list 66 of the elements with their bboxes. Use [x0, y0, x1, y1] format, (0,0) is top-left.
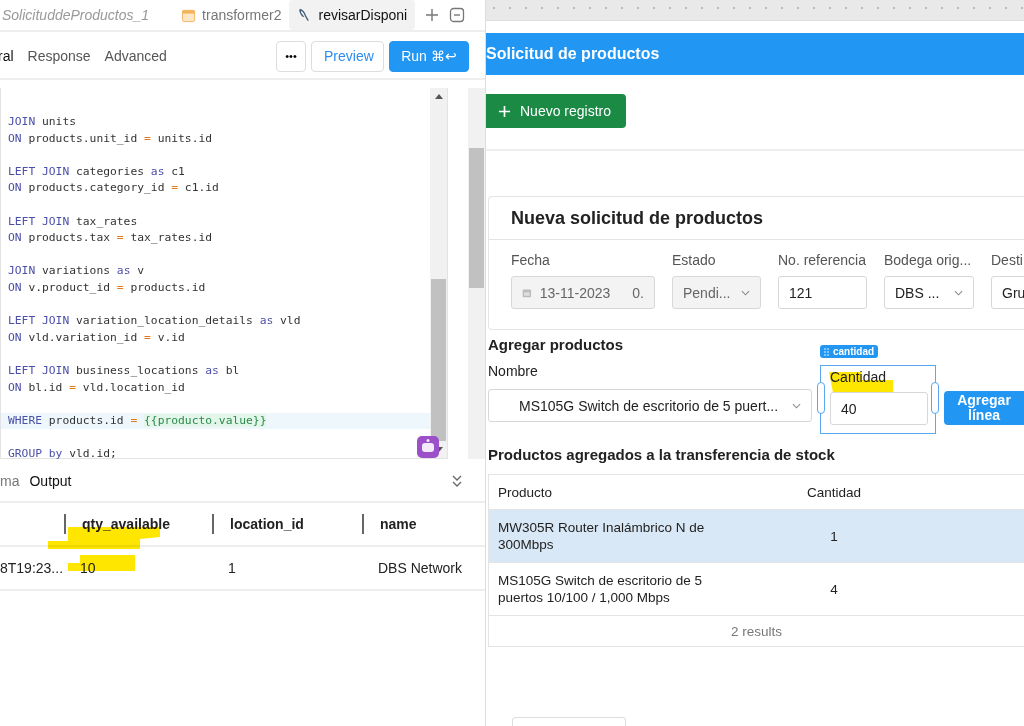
field-label: Nombre: [488, 363, 539, 379]
resize-handle[interactable]: [817, 382, 825, 414]
collapse-icon[interactable]: [449, 7, 466, 23]
section-title: Agregar productos: [488, 336, 623, 353]
code-line: LEFT JOIN tax_rates: [7, 213, 139, 230]
field-label: Desti: [991, 252, 1024, 268]
input-field[interactable]: 121: [778, 276, 867, 309]
select-field[interactable]: DBS ...: [884, 276, 974, 309]
preview-button[interactable]: Preview: [311, 40, 384, 72]
chevron-down-icon: [954, 289, 963, 296]
chevron-double-icon[interactable]: [451, 474, 463, 488]
table-cell-text: 4: [829, 581, 839, 597]
drag-handle-icon: [824, 347, 829, 356]
code-editor[interactable]: [0, 88, 448, 459]
code-line: ON bl.id = vld.location_id: [7, 379, 186, 396]
header-title: Solicitud de productos: [486, 45, 660, 63]
select-field[interactable]: MS105G Switch de escritorio de 5 puert...: [488, 389, 812, 422]
column-header[interactable]: location_id: [230, 516, 304, 532]
query-tab[interactable]: Response: [27, 48, 91, 64]
code-line: JOIN units: [7, 114, 78, 130]
more-button[interactable]: •••: [276, 40, 306, 72]
code-line: ON v.product_id = products.id: [7, 279, 207, 296]
column-header[interactable]: name: [380, 516, 417, 532]
new-record-button[interactable]: Nuevo registro: [486, 94, 626, 128]
scrollbar[interactable]: [430, 88, 447, 458]
code-line: ON vld.variation_id = v.id: [7, 329, 186, 346]
section-title: Productos agregados a la transferencia de stock: [488, 446, 835, 463]
code-line: LEFT JOIN variation_location_details as vld: [7, 313, 302, 330]
code-line: ON products.category_id = c1.id: [7, 180, 220, 197]
code-line: LEFT JOIN business_locations as bl: [7, 362, 241, 379]
field-label: Bodega orig...: [884, 252, 973, 268]
field-label: No. referencia: [778, 252, 867, 268]
table-cell-text: MW305R Router Inalámbrico N de 300Mbps: [497, 519, 706, 553]
table-cell: 1: [228, 560, 236, 576]
editor-tab[interactable]: revisarDisponi: [289, 0, 416, 30]
scrollbar[interactable]: [468, 88, 485, 459]
code-line: JOIN variations as v: [7, 263, 146, 280]
column-header[interactable]: Cantidad: [789, 484, 879, 500]
plus-icon: [498, 104, 511, 118]
chevron-down-icon: [741, 289, 750, 296]
code-line: LEFT JOIN categories as c1: [7, 163, 186, 180]
table-row[interactable]: MS105G Switch de escritorio de 5 puertos 10/100 / 1,000 Mbps 4: [489, 563, 1024, 616]
table-cell-text: MS105G Switch de escritorio de 5 puertos 10/100 / 1,000 Mbps: [497, 572, 704, 606]
code-line: GROUP by vld.id;: [7, 445, 118, 462]
robot-icon[interactable]: [417, 436, 439, 458]
code-line: ON products.tax = tax_rates.id: [7, 230, 214, 247]
form-title: Nueva solicitud de productos: [489, 197, 1024, 240]
chevron-down-icon: [792, 402, 801, 409]
table-row[interactable]: MW305R Router Inalámbrico N de 300Mbps 1: [489, 510, 1024, 563]
field-label: Fecha: [511, 252, 551, 268]
field-label: Estado: [672, 252, 717, 268]
results-count: 2 results: [731, 623, 782, 639]
resize-handle[interactable]: [931, 382, 939, 414]
table-cell: DBS Network: [378, 560, 463, 576]
editor-tab[interactable]: transformer2: [173, 0, 290, 30]
output-tab[interactable]: ma: [0, 473, 20, 489]
input-field[interactable]: 40: [830, 392, 928, 425]
code-line: ON products.unit_id = units.id: [7, 130, 214, 147]
column-header[interactable]: Producto: [489, 483, 728, 501]
calendar-icon: [181, 7, 197, 23]
select-field[interactable]: Gru: [991, 276, 1024, 309]
table-cell-text: 1: [829, 528, 839, 544]
table-cell: 8T19:23...: [0, 560, 64, 576]
query-tab[interactable]: Advanced: [104, 48, 167, 64]
output-tab[interactable]: Output: [29, 473, 72, 489]
add-icon[interactable]: [425, 8, 440, 22]
